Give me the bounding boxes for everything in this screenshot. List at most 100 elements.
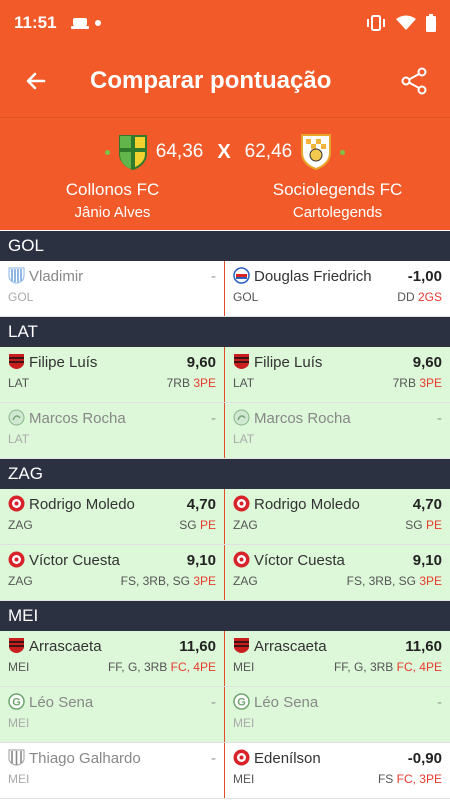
player-stats: FS FC, 3PE <box>378 772 442 786</box>
club-crest-icon <box>8 749 25 766</box>
notification-icon <box>70 17 89 29</box>
svg-text:G: G <box>237 697 246 709</box>
player-name: Arrascaeta <box>254 638 327 655</box>
club-crest-icon <box>233 267 250 284</box>
player-position: MEI <box>233 772 255 786</box>
player-score: - <box>437 410 442 427</box>
positive-stats: 7RB <box>166 376 190 390</box>
table-row: Filipe Luís 9,60 LAT 7RB 3PE Filipe Luís… <box>0 347 450 403</box>
player-name: Arrascaeta <box>29 638 102 655</box>
player-position: GOL <box>8 290 34 304</box>
player-stats: SG PE <box>179 518 216 532</box>
player-name: Marcos Rocha <box>254 410 351 427</box>
left-player-cell[interactable]: Thiago Galhardo - MEI <box>0 743 225 798</box>
left-player-cell[interactable]: Víctor Cuesta 9,10 ZAG FS, 3RB, SG 3PE <box>0 545 225 600</box>
player-score: 4,70 <box>412 496 442 513</box>
table-row: Marcos Rocha - LAT Marcos Rocha - LAT <box>0 403 450 459</box>
player-score: - <box>211 410 216 427</box>
negative-stats: 3PE <box>419 574 442 588</box>
table-row: Thiago Galhardo - MEI Edenílson -0,90 ME… <box>0 743 450 799</box>
left-player-cell[interactable]: Marcos Rocha - LAT <box>0 403 225 458</box>
score-line: 64,36 X 62,46 <box>0 130 450 174</box>
negative-stats: FC, 4PE <box>170 660 216 674</box>
left-player-cell[interactable]: Rodrigo Moledo 4,70 ZAG SG PE <box>0 489 225 544</box>
left-player-cell[interactable]: G Léo Sena - MEI <box>0 687 225 742</box>
positive-stats: SG <box>405 518 423 532</box>
club-crest-icon <box>8 409 25 426</box>
section-header-mei: MEI <box>0 601 450 631</box>
top-bar: 11:51 Comparar pontuação <box>0 0 450 117</box>
right-player-cell[interactable]: Edenílson -0,90 MEI FS FC, 3PE <box>225 743 450 798</box>
right-team-owner: Cartolegends <box>292 204 383 221</box>
positive-stats: FS, 3RB, SG <box>346 574 416 588</box>
player-name: Edenílson <box>254 750 321 767</box>
club-crest-icon <box>9 354 24 369</box>
club-crest-icon <box>233 495 250 512</box>
dot-icon <box>94 19 101 26</box>
player-position: ZAG <box>8 518 33 532</box>
player-position: MEI <box>233 660 255 674</box>
svg-text:G: G <box>12 697 21 709</box>
player-score: 11,60 <box>179 638 216 655</box>
player-score: 9,10 <box>412 552 442 569</box>
dot-icon <box>104 149 110 155</box>
left-player-cell[interactable]: Arrascaeta 11,60 MEI FF, G, 3RB FC, 4PE <box>0 631 225 686</box>
player-name: Thiago Galhardo <box>29 750 141 767</box>
player-name: Víctor Cuesta <box>29 552 120 569</box>
right-player-cell[interactable]: G Léo Sena - MEI <box>225 687 450 742</box>
club-crest-icon <box>233 749 250 766</box>
left-team-owner: Jânio Alves <box>74 204 151 221</box>
club-crest-icon <box>8 551 25 568</box>
positive-stats: FS <box>377 772 394 786</box>
player-position: LAT <box>8 432 30 446</box>
club-crest-icon <box>233 409 250 426</box>
left-team-shield-icon <box>118 135 147 170</box>
dot-icon <box>340 149 346 155</box>
right-player-cell[interactable]: Marcos Rocha - LAT <box>225 403 450 458</box>
player-position: MEI <box>8 772 30 786</box>
player-stats: FS, 3RB, SG 3PE <box>347 574 442 588</box>
right-player-cell[interactable]: Douglas Friedrich -1,00 GOL DD 2GS <box>225 261 450 316</box>
comparison-list: GOL Vladimir - GOL Douglas Friedrich -1,… <box>0 231 450 799</box>
player-position: GOL <box>233 290 259 304</box>
player-name: Filipe Luís <box>29 354 98 371</box>
right-team-name: Sociolegends FC <box>272 180 403 199</box>
player-score: - <box>211 750 216 767</box>
right-player-cell[interactable]: Rodrigo Moledo 4,70 ZAG SG PE <box>225 489 450 544</box>
negative-stats: PE <box>425 518 442 532</box>
player-position: ZAG <box>233 574 258 588</box>
player-position: LAT <box>233 432 255 446</box>
right-player-cell[interactable]: Víctor Cuesta 9,10 ZAG FS, 3RB, SG 3PE <box>225 545 450 600</box>
player-score: - <box>437 694 442 711</box>
player-position: LAT <box>233 376 255 390</box>
table-row: Rodrigo Moledo 4,70 ZAG SG PE Rodrigo Mo… <box>0 489 450 545</box>
left-player-cell[interactable]: Vladimir - GOL <box>0 261 225 316</box>
player-score: 4,70 <box>186 496 216 513</box>
score-separator: X <box>217 140 231 163</box>
table-row: Víctor Cuesta 9,10 ZAG FS, 3RB, SG 3PE V… <box>0 545 450 601</box>
left-score: 64,36 <box>155 141 204 162</box>
player-score: - <box>211 268 216 285</box>
positive-stats: SG <box>179 518 197 532</box>
right-player-cell[interactable]: Filipe Luís 9,60 LAT 7RB 3PE <box>225 347 450 402</box>
back-arrow-icon <box>26 72 46 90</box>
right-player-cell[interactable]: Arrascaeta 11,60 MEI FF, G, 3RB FC, 4PE <box>225 631 450 686</box>
club-crest-icon: G <box>8 693 25 710</box>
table-row: G Léo Sena - MEI G Léo Sena - MEI <box>0 687 450 743</box>
player-name: Douglas Friedrich <box>254 268 372 285</box>
player-name: Léo Sena <box>254 694 319 711</box>
positive-stats: FS, 3RB, SG <box>120 574 190 588</box>
status-bar: 11:51 <box>0 0 450 45</box>
vibrate-icon <box>367 14 385 31</box>
left-player-cell[interactable]: Filipe Luís 9,60 LAT 7RB 3PE <box>0 347 225 402</box>
right-score: 62,46 <box>244 141 293 162</box>
player-stats: 7RB 3PE <box>167 376 216 390</box>
player-stats: FF, G, 3RB FC, 4PE <box>108 660 216 674</box>
player-stats: SG PE <box>405 518 442 532</box>
section-header-gol: GOL <box>0 231 450 261</box>
player-score: 9,60 <box>186 354 216 371</box>
club-crest-icon <box>9 638 24 653</box>
share-button[interactable] <box>394 61 434 101</box>
positive-stats: FF, G, 3RB <box>333 660 394 674</box>
back-button[interactable] <box>16 61 56 101</box>
